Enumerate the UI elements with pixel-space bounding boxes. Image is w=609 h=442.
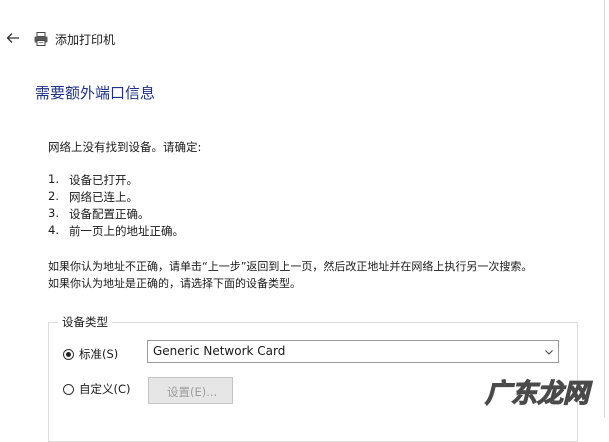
checklist-item: 设备已打开。 [69,173,138,187]
device-type-group-label: 设备类型 [58,314,112,330]
custom-radio[interactable] [63,384,74,395]
note-line-2: 如果你认为地址是正确的，请选择下面的设备类型。 [48,277,301,290]
checklist-number: 3. [48,206,59,220]
note-line-1: 如果你认为地址不正确，请单击“上一步”返回到上一页，然后改正地址并在网络上执行另… [48,260,533,273]
printer-icon [34,32,48,46]
checklist-item: 网络已连上。 [69,190,138,204]
standard-radio[interactable] [63,349,74,360]
standard-radio-label[interactable]: 标准(S) [79,346,118,362]
settings-button[interactable]: 设置(E)... [148,377,233,404]
title-bar: 添加打印机 [0,26,609,54]
settings-button-label: 设置(E)... [167,385,218,399]
checklist-number: 1. [48,172,59,186]
watermark-text: 广东龙网 [485,379,593,409]
page-heading: 需要额外端口信息 [35,84,156,102]
back-arrow-icon[interactable] [5,30,21,46]
window-border [604,0,605,417]
checklist-item: 前一页上的地址正确。 [69,224,184,238]
checklist-number: 4. [48,223,59,237]
custom-radio-label[interactable]: 自定义(C) [79,381,131,397]
device-type-select[interactable]: Generic Network Card [147,340,559,363]
checklist-number: 2. [48,189,59,203]
device-type-select-value: Generic Network Card [153,344,286,358]
chevron-down-icon [545,350,553,355]
intro-text: 网络上没有找到设备。请确定: [48,140,202,154]
window-title: 添加打印机 [55,33,116,47]
checklist-item: 设备配置正确。 [69,207,150,221]
watermark: 广东龙网 [484,378,593,409]
